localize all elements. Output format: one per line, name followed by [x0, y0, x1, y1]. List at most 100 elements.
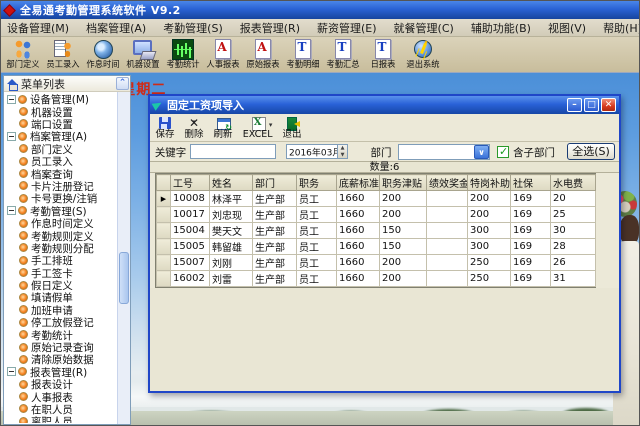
- row-selector-cell[interactable]: [156, 254, 171, 271]
- menu-item[interactable]: 薪资管理(E): [317, 20, 377, 36]
- toolbar-button[interactable]: 退出系统: [403, 38, 443, 70]
- cell-position[interactable]: 员工: [296, 222, 337, 239]
- dialog-toolbar-button[interactable]: 退出: [282, 116, 302, 140]
- tree-collapse-icon[interactable]: [7, 131, 16, 141]
- cell-employee-id[interactable]: 10008: [170, 190, 210, 207]
- cell-performance-bonus[interactable]: [426, 238, 468, 255]
- tree-collapse-icon[interactable]: [7, 94, 16, 104]
- cell-performance-bonus[interactable]: [426, 254, 468, 271]
- cell-position-allowance[interactable]: 200: [379, 190, 427, 207]
- include-subdept-checkbox[interactable]: [497, 145, 510, 158]
- cell-utilities[interactable]: 20: [550, 190, 596, 207]
- cell-performance-bonus[interactable]: [426, 222, 468, 239]
- cell-utilities[interactable]: 26: [550, 254, 596, 271]
- cell-base-salary[interactable]: 1660: [336, 254, 380, 271]
- minimize-button[interactable]: [567, 98, 582, 112]
- sidebar-scrollbar[interactable]: [117, 92, 130, 424]
- dropdown-caret-icon[interactable]: [163, 116, 167, 127]
- cell-social-insurance[interactable]: 169: [510, 206, 551, 223]
- grid-row[interactable]: 15007 刘刚 生产部 员工 1660 200 250 169 26: [156, 254, 596, 271]
- grid-row[interactable]: 15005 韩留雄 生产部 员工 1660 150 300 169 28: [156, 238, 596, 255]
- cell-performance-bonus[interactable]: [426, 270, 468, 287]
- cell-position-allowance[interactable]: 200: [379, 254, 427, 271]
- grid-row[interactable]: 15004 樊天文 生产部 员工 1660 150 300 169 30: [156, 222, 596, 239]
- cell-department[interactable]: 生产部: [252, 254, 297, 271]
- month-spinner[interactable]: ▲ ▼: [337, 145, 347, 158]
- scroll-up-icon[interactable]: [116, 77, 129, 90]
- cell-special-subsidy[interactable]: 250: [467, 270, 511, 287]
- keyword-input[interactable]: [190, 144, 276, 159]
- grid-column-header[interactable]: 社保: [510, 174, 551, 191]
- cell-social-insurance[interactable]: 169: [510, 270, 551, 287]
- grid-column-header[interactable]: 工号: [170, 174, 210, 191]
- cell-utilities[interactable]: 30: [550, 222, 596, 239]
- toolbar-button[interactable]: 作息时间: [83, 38, 123, 70]
- cell-name[interactable]: 樊天文: [209, 222, 253, 239]
- menu-item[interactable]: 就餐管理(C): [394, 20, 454, 36]
- cell-special-subsidy[interactable]: 200: [467, 206, 511, 223]
- cell-social-insurance[interactable]: 169: [510, 190, 551, 207]
- department-combobox[interactable]: [398, 143, 491, 160]
- cell-department[interactable]: 生产部: [252, 270, 297, 287]
- maximize-button[interactable]: [584, 98, 599, 112]
- cell-position[interactable]: 员工: [296, 254, 337, 271]
- row-selector-cell[interactable]: [156, 222, 171, 239]
- chevron-down-icon[interactable]: [474, 144, 490, 159]
- menu-item[interactable]: 报表管理(R): [240, 20, 300, 36]
- cell-special-subsidy[interactable]: 300: [467, 238, 511, 255]
- cell-base-salary[interactable]: 1660: [336, 206, 380, 223]
- dropdown-caret-icon[interactable]: [192, 116, 196, 127]
- dialog-toolbar-button[interactable]: 刷新: [213, 116, 233, 140]
- cell-special-subsidy[interactable]: 250: [467, 254, 511, 271]
- cell-base-salary[interactable]: 1660: [336, 270, 380, 287]
- cell-department[interactable]: 生产部: [252, 238, 297, 255]
- grid-row[interactable]: 10017 刘忠现 生产部 员工 1660 200 200 169 25: [156, 206, 596, 223]
- cell-utilities[interactable]: 31: [550, 270, 596, 287]
- cell-department[interactable]: 生产部: [252, 206, 297, 223]
- menu-item[interactable]: 设备管理(M): [7, 20, 69, 36]
- close-button[interactable]: [601, 98, 616, 112]
- grid-column-header[interactable]: 底薪标准: [336, 174, 380, 191]
- dropdown-caret-icon[interactable]: [221, 116, 225, 127]
- cell-department[interactable]: 生产部: [252, 222, 297, 239]
- dropdown-caret-icon[interactable]: [268, 119, 274, 125]
- grid-row[interactable]: 16002 刘雷 生产部 员工 1660 200 250 169 31: [156, 270, 596, 287]
- toolbar-button[interactable]: 考勤统计: [163, 38, 203, 70]
- tree-collapse-icon[interactable]: [7, 206, 16, 216]
- tree-collapse-icon[interactable]: [7, 367, 16, 377]
- dialog-toolbar-button[interactable]: 保存: [155, 116, 175, 140]
- row-selector-cell[interactable]: ▶: [156, 190, 171, 207]
- cell-position-allowance[interactable]: 150: [379, 222, 427, 239]
- menu-item[interactable]: 档案管理(A): [86, 20, 146, 36]
- cell-name[interactable]: 刘忠现: [209, 206, 253, 223]
- cell-employee-id[interactable]: 15005: [170, 238, 210, 255]
- grid-column-header[interactable]: 姓名: [209, 174, 253, 191]
- menu-item[interactable]: 视图(V): [548, 20, 586, 36]
- grid-row[interactable]: ▶ 10008 林泽平 生产部 员工 1660 200 200 169 20: [156, 190, 596, 207]
- toolbar-button[interactable]: 员工录入: [43, 38, 83, 70]
- cell-name[interactable]: 林泽平: [209, 190, 253, 207]
- dialog-toolbar-button[interactable]: EXCEL: [242, 116, 273, 140]
- cell-employee-id[interactable]: 16002: [170, 270, 210, 287]
- toolbar-button[interactable]: 人事报表: [203, 38, 243, 70]
- cell-employee-id[interactable]: 15007: [170, 254, 210, 271]
- cell-position[interactable]: 员工: [296, 238, 337, 255]
- toolbar-button[interactable]: 考勤汇总: [323, 38, 363, 70]
- grid-column-header[interactable]: 职务津贴: [379, 174, 427, 191]
- scrollbar-thumb[interactable]: [119, 252, 129, 304]
- tree-item[interactable]: 离职人员: [5, 415, 117, 423]
- cell-utilities[interactable]: 28: [550, 238, 596, 255]
- cell-position-allowance[interactable]: 200: [379, 270, 427, 287]
- cell-social-insurance[interactable]: 169: [510, 222, 551, 239]
- cell-social-insurance[interactable]: 169: [510, 238, 551, 255]
- dropdown-caret-icon[interactable]: [291, 116, 295, 127]
- cell-performance-bonus[interactable]: [426, 206, 468, 223]
- row-selector-cell[interactable]: [156, 238, 171, 255]
- cell-department[interactable]: 生产部: [252, 190, 297, 207]
- cell-name[interactable]: 韩留雄: [209, 238, 253, 255]
- toolbar-button[interactable]: 机器设置: [123, 38, 163, 70]
- cell-position[interactable]: 员工: [296, 206, 337, 223]
- grid-column-header[interactable]: 特岗补助金: [467, 174, 511, 191]
- cell-employee-id[interactable]: 15004: [170, 222, 210, 239]
- cell-social-insurance[interactable]: 169: [510, 254, 551, 271]
